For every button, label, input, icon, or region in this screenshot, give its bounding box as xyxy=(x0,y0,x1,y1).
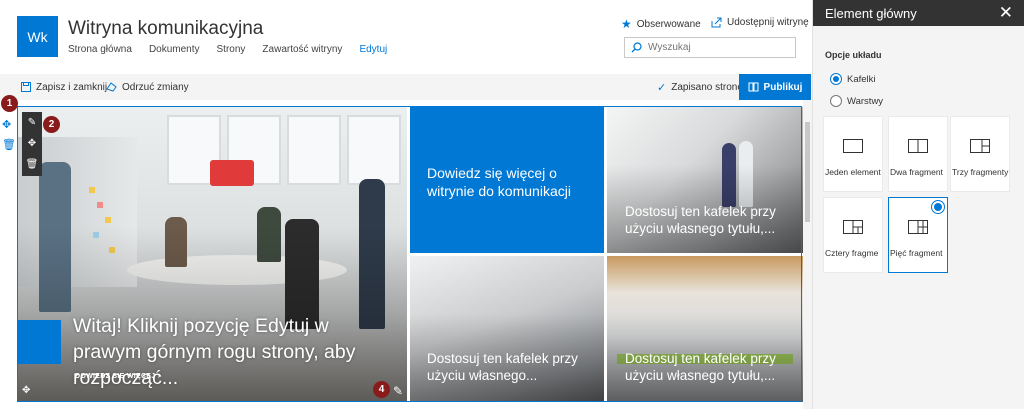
share-label: Udostępnij witrynę xyxy=(727,17,809,28)
layout-options-heading: Opcje układu xyxy=(825,50,882,60)
tile-bottom-right-text: Dostosuj ten kafelek przy użyciu własneg… xyxy=(625,351,776,383)
publish-label: Publikuj xyxy=(763,81,803,93)
save-icon xyxy=(21,82,31,92)
nav-documents[interactable]: Dokumenty xyxy=(149,44,200,55)
move-icon[interactable]: ✥ xyxy=(28,138,36,149)
follow-label: Obserwowane xyxy=(636,18,701,30)
blue-tile-text: Dowiedz się więcej o witrynie do komunik… xyxy=(427,165,571,199)
property-pane: Element główny ✕ Opcje układu Kafelki Wa… xyxy=(812,0,1024,409)
scrollbar-thumb[interactable] xyxy=(805,122,810,222)
tile-move-icon[interactable]: ✥ xyxy=(22,385,30,396)
hero-tile-bottom-right[interactable]: Dostosuj ten kafelek przy użyciu własneg… xyxy=(607,256,803,402)
saved-label: Zapisano stronę xyxy=(671,81,743,93)
saved-status: ✓ Zapisano stronę xyxy=(657,74,743,100)
pane-header: Element główny ✕ xyxy=(813,0,1024,26)
callout-badge: 2 xyxy=(43,116,60,133)
option-layers-label: Warstwy xyxy=(847,95,884,107)
option-tiles[interactable]: Kafelki xyxy=(830,73,876,85)
close-icon[interactable]: ✕ xyxy=(999,4,1013,21)
selected-check-icon xyxy=(932,201,944,213)
hero-tile-blue[interactable]: Dowiedz się więcej o witrynie do komunik… xyxy=(410,107,604,253)
layout-two-label: Dwa fragment xyxy=(890,167,943,177)
nav-home[interactable]: Strona główna xyxy=(68,44,132,55)
page-scrollbar[interactable] xyxy=(803,100,812,409)
webpart-toolbar: ✎ ✥ 🗑 xyxy=(22,112,42,176)
hero-tile-top-right[interactable]: Dostosuj ten kafelek przy użyciu własneg… xyxy=(607,107,803,253)
sticky-note xyxy=(97,202,103,208)
hero-webpart[interactable]: Witaj! Kliknij pozycję Edytuj w prawym g… xyxy=(17,107,803,402)
radio-layers[interactable] xyxy=(830,95,842,107)
learn-more-link[interactable]: DOWIEDZ SIĘ WIĘCEJ › xyxy=(75,373,160,380)
site-logo[interactable]: Wk xyxy=(17,16,58,57)
pane-title: Element główny xyxy=(825,5,917,21)
two-tile-icon xyxy=(908,139,928,153)
delete-icon[interactable]: 🗑 xyxy=(26,160,39,170)
discard-button[interactable]: Odrzuć zmiany xyxy=(106,74,189,100)
hero-accent-box xyxy=(17,320,61,364)
hero-main-tile[interactable]: Witaj! Kliknij pozycję Edytuj w prawym g… xyxy=(17,107,407,402)
sticky-note xyxy=(105,217,111,223)
window-image xyxy=(347,115,401,185)
callout-badge: 4 xyxy=(373,381,390,398)
search-input[interactable] xyxy=(648,42,788,53)
site-header: Wk Witryna komunikacyjna Strona główna D… xyxy=(0,0,812,74)
layout-five[interactable]: Pięć fragment xyxy=(888,197,948,273)
layout-four-label: Cztery fragme xyxy=(825,248,879,258)
red-lamp-image xyxy=(210,160,254,186)
option-tiles-label: Kafelki xyxy=(847,73,876,85)
option-layers[interactable]: Warstwy xyxy=(830,95,883,107)
book-icon xyxy=(748,82,759,92)
nav-site-contents[interactable]: Zawartość witryny xyxy=(262,44,342,55)
follow-button[interactable]: ★ Obserwowane xyxy=(621,17,701,31)
site-nav: Strona główna Dokumenty Strony Zawartość… xyxy=(68,44,404,55)
radio-tiles[interactable] xyxy=(830,73,842,85)
save-close-label: Zapisz i zamknij xyxy=(36,81,108,93)
four-tile-icon xyxy=(843,220,863,234)
five-tile-icon xyxy=(908,220,928,234)
sticky-note xyxy=(89,187,95,193)
discard-label: Odrzuć zmiany xyxy=(122,81,189,93)
section-delete-icon[interactable]: 🗑 xyxy=(2,138,16,151)
edit-pencil-icon[interactable]: ✎ xyxy=(28,117,36,128)
save-close-button[interactable]: Zapisz i zamknij xyxy=(21,74,107,100)
site-title[interactable]: Witryna komunikacyjna xyxy=(68,18,263,40)
command-bar: Zapisz i zamknij Odrzuć zmiany ✓ Zapisan… xyxy=(0,74,812,100)
hero-tile-bottom-middle[interactable]: Dostosuj ten kafelek przy użyciu własneg… xyxy=(410,256,604,402)
tile-top-right-text: Dostosuj ten kafelek przy użyciu własneg… xyxy=(625,204,776,236)
publish-button[interactable]: Publikuj xyxy=(739,74,811,100)
share-icon xyxy=(711,17,722,28)
layout-two[interactable]: Dwa fragment xyxy=(888,116,948,192)
layout-three[interactable]: Trzy fragmenty xyxy=(950,116,1010,192)
check-icon: ✓ xyxy=(657,81,667,94)
tile-bottom-middle-text: Dostosuj ten kafelek przy użyciu własneg… xyxy=(427,351,578,383)
nav-edit[interactable]: Edytuj xyxy=(359,44,387,55)
search-box[interactable] xyxy=(624,37,796,58)
star-icon: ★ xyxy=(621,17,632,31)
layout-one[interactable]: Jeden element xyxy=(823,116,883,192)
window-image xyxy=(287,115,341,185)
tile-edit-icon[interactable]: ✎ xyxy=(393,384,403,398)
layout-one-label: Jeden element xyxy=(825,167,881,177)
nav-pages[interactable]: Strony xyxy=(217,44,246,55)
callout-badge: 1 xyxy=(1,95,18,112)
three-tile-icon xyxy=(970,139,990,153)
layout-three-label: Trzy fragmenty xyxy=(952,167,1009,177)
discard-icon xyxy=(106,82,117,92)
search-icon xyxy=(631,42,642,53)
one-tile-icon xyxy=(843,139,863,153)
section-move-icon[interactable]: ✥ xyxy=(2,118,11,131)
layout-four[interactable]: Cztery fragme xyxy=(823,197,883,273)
layout-five-label: Pięć fragment xyxy=(890,248,943,258)
share-button[interactable]: Udostępnij witrynę xyxy=(711,17,809,28)
